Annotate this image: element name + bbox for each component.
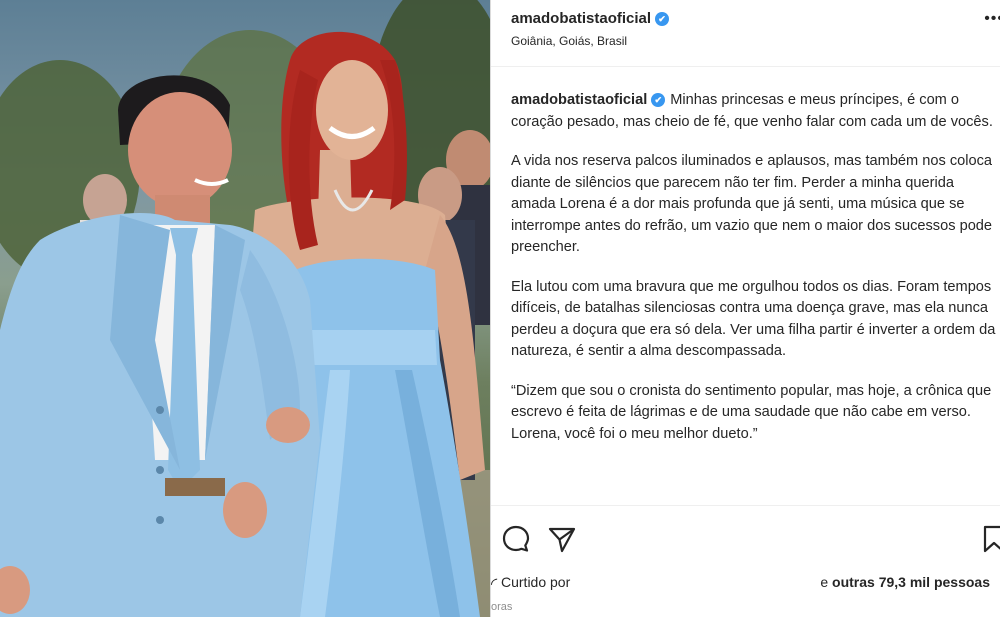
post-username-text[interactable]: amadobatistaoficial	[511, 10, 651, 27]
caption-paragraph-2: A vida nos reserva palcos iluminados e a…	[511, 153, 993, 255]
post-location[interactable]: Goiânia, Goiás, Brasil	[511, 34, 627, 48]
comment-icon[interactable]	[501, 524, 531, 554]
likes-count-text[interactable]: outras 79,3 mil pessoas	[832, 574, 990, 590]
post-panel: amadobatistaoficial ✔ Goiânia, Goiás, Bra…	[491, 0, 1000, 617]
post-caption: amadobatistaoficial ✔ Minhas princesas e m…	[511, 90, 997, 463]
more-options-icon[interactable]: •••	[984, 10, 1000, 28]
caption-verified-badge-icon: ✔	[651, 93, 666, 107]
caption-username[interactable]: amadobatistaoficial	[511, 92, 647, 108]
likes-count[interactable]: e outras 79,3 mil pessoas	[820, 574, 990, 590]
likers-avatar-icon: ◜	[491, 576, 498, 593]
caption-paragraph-1: amadobatistaoficial ✔ Minhas princesas e m…	[511, 90, 997, 133]
likes-prefix: e	[820, 574, 833, 590]
post-username[interactable]: amadobatistaoficial ✔	[511, 10, 670, 27]
post-header: amadobatistaoficial ✔ Goiânia, Goiás, Bra…	[491, 0, 1000, 67]
post-actions: ◜ Curtido por e outras 79,3 mil pessoas …	[491, 505, 1000, 617]
caption-paragraph-3: Ela lutou com uma bravura que me orgulho…	[511, 278, 996, 360]
caption-paragraph-4: “Dizem que sou o cronista do sentimento …	[511, 382, 992, 442]
share-icon[interactable]	[547, 524, 577, 554]
save-icon[interactable]	[981, 524, 1000, 554]
liked-by-label: Curtido por	[501, 574, 571, 590]
verified-badge-icon: ✔	[655, 12, 670, 26]
post-time-fragment: oras	[491, 601, 513, 613]
post-photo	[0, 0, 490, 617]
photo-illustration	[0, 0, 490, 617]
